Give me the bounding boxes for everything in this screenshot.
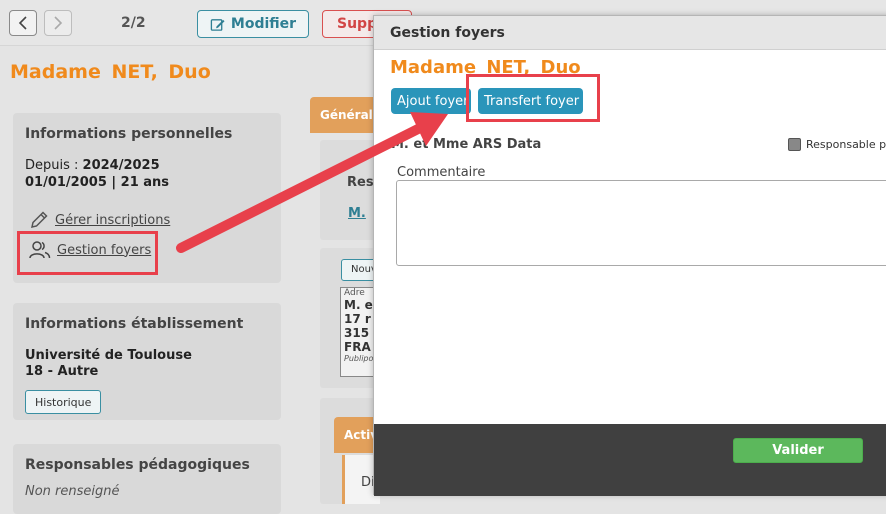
annotation-arrow — [176, 112, 448, 253]
arrow-shaft — [176, 123, 425, 253]
